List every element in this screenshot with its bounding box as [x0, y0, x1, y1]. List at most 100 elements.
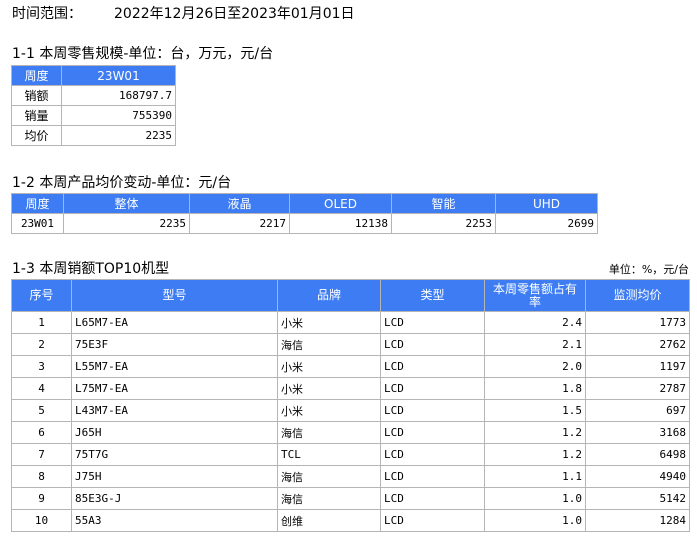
- table-row: 6 J65H 海信 LCD 1.2 3168: [11, 421, 690, 444]
- cell: 2699: [495, 213, 598, 234]
- type-cell: LCD: [380, 333, 485, 356]
- table-row: 23W01 2235 2217 12138 2253 2699: [11, 213, 598, 234]
- cell: 2217: [189, 213, 290, 234]
- row-label: 销额: [11, 85, 62, 106]
- row-value: 2235: [61, 125, 176, 146]
- share-cell: 1.1: [484, 465, 586, 488]
- rank-cell: 4: [11, 377, 72, 400]
- type-cell: LCD: [380, 311, 485, 334]
- unit-note: 单位：%，元/台: [608, 263, 689, 276]
- type-cell: LCD: [380, 421, 485, 444]
- rank-cell: 3: [11, 355, 72, 378]
- time-range-value: 2022年12月26日至2023年01月01日: [114, 6, 355, 22]
- header-label-cell: 周度: [11, 65, 62, 86]
- type-cell: LCD: [380, 509, 485, 532]
- row-value: 168797.7: [61, 85, 176, 106]
- share-cell: 1.2: [484, 421, 586, 444]
- table-row: 7 75T7G TCL LCD 1.2 6498: [11, 443, 690, 466]
- type-cell: LCD: [380, 355, 485, 378]
- price-cell: 3168: [585, 421, 690, 444]
- price-cell: 4940: [585, 465, 690, 488]
- table-row: 10 55A3 创维 LCD 1.0 1284: [11, 509, 690, 532]
- price-cell: 1284: [585, 509, 690, 532]
- rank-cell: 8: [11, 465, 72, 488]
- share-cell: 1.0: [484, 509, 586, 532]
- price-cell: 2787: [585, 377, 690, 400]
- avg-price-table: 周度 整体 液晶 OLED 智能 UHD 23W01 2235 2217 121…: [11, 193, 598, 234]
- model-cell: L43M7-EA: [71, 399, 278, 422]
- column-header: 智能: [391, 193, 496, 214]
- top10-models-table: 序号 型号 品牌 类型 本周零售额占有率 监测均价 1 L65M7-EA 小米 LCD…: [11, 279, 690, 532]
- model-cell: L65M7-EA: [71, 311, 278, 334]
- row-value: 755390: [61, 105, 176, 126]
- share-cell: 1.2: [484, 443, 586, 466]
- table-header-row: 周度 23W01: [11, 65, 176, 86]
- price-cell: 6498: [585, 443, 690, 466]
- table-row: 销量 755390: [11, 105, 176, 126]
- cell: 23W01: [11, 213, 64, 234]
- table-row: 均价 2235: [11, 125, 176, 146]
- price-cell: 1197: [585, 355, 690, 378]
- brand-cell: 小米: [277, 399, 381, 422]
- cell: 2253: [391, 213, 496, 234]
- share-cell: 2.1: [484, 333, 586, 356]
- model-cell: 85E3G-J: [71, 487, 278, 510]
- rank-cell: 10: [11, 509, 72, 532]
- rank-cell: 2: [11, 333, 72, 356]
- share-cell: 2.4: [484, 311, 586, 334]
- rank-cell: 6: [11, 421, 72, 444]
- table-header-row: 序号 型号 品牌 类型 本周零售额占有率 监测均价: [11, 279, 690, 312]
- model-cell: 75E3F: [71, 333, 278, 356]
- column-header: 液晶: [189, 193, 290, 214]
- table-header-row: 周度 整体 液晶 OLED 智能 UHD: [11, 193, 598, 214]
- model-cell: L55M7-EA: [71, 355, 278, 378]
- time-range: 时间范围： 2022年12月26日至2023年01月01日: [12, 3, 355, 23]
- brand-cell: 小米: [277, 377, 381, 400]
- rank-cell: 9: [11, 487, 72, 510]
- cell: 2235: [63, 213, 190, 234]
- table-row: 2 75E3F 海信 LCD 2.1 2762: [11, 333, 690, 356]
- rank-cell: 7: [11, 443, 72, 466]
- column-header: 型号: [71, 279, 278, 312]
- model-cell: J65H: [71, 421, 278, 444]
- cell: 12138: [289, 213, 392, 234]
- price-cell: 697: [585, 399, 690, 422]
- section2-title: 1-2 本周产品均价变动-单位：元/台: [12, 175, 232, 191]
- brand-cell: TCL: [277, 443, 381, 466]
- type-cell: LCD: [380, 377, 485, 400]
- brand-cell: 创维: [277, 509, 381, 532]
- table-row: 5 L43M7-EA 小米 LCD 1.5 697: [11, 399, 690, 422]
- column-header: 周度: [11, 193, 64, 214]
- table-row: 1 L65M7-EA 小米 LCD 2.4 1773: [11, 311, 690, 334]
- row-label: 均价: [11, 125, 62, 146]
- type-cell: LCD: [380, 399, 485, 422]
- section3-title: 1-3 本周销额TOP10机型: [12, 261, 170, 277]
- table-row: 4 L75M7-EA 小米 LCD 1.8 2787: [11, 377, 690, 400]
- rank-cell: 5: [11, 399, 72, 422]
- retail-scale-table: 周度 23W01 销额 168797.7 销量 755390 均价 2235: [11, 65, 176, 146]
- model-cell: J75H: [71, 465, 278, 488]
- price-cell: 2762: [585, 333, 690, 356]
- column-header: 序号: [11, 279, 72, 312]
- header-value-cell: 23W01: [61, 65, 176, 86]
- share-cell: 2.0: [484, 355, 586, 378]
- type-cell: LCD: [380, 443, 485, 466]
- brand-cell: 海信: [277, 465, 381, 488]
- column-header: 本周零售额占有率: [484, 279, 586, 312]
- share-cell: 1.0: [484, 487, 586, 510]
- table-row: 3 L55M7-EA 小米 LCD 2.0 1197: [11, 355, 690, 378]
- table-row: 8 J75H 海信 LCD 1.1 4940: [11, 465, 690, 488]
- model-cell: 55A3: [71, 509, 278, 532]
- model-cell: L75M7-EA: [71, 377, 278, 400]
- table-row: 销额 168797.7: [11, 85, 176, 106]
- share-cell: 1.5: [484, 399, 586, 422]
- type-cell: LCD: [380, 465, 485, 488]
- price-cell: 1773: [585, 311, 690, 334]
- column-header: 监测均价: [585, 279, 690, 312]
- section1-title: 1-1 本周零售规模-单位：台，万元，元/台: [12, 46, 274, 62]
- column-header: 品牌: [277, 279, 381, 312]
- table-row: 9 85E3G-J 海信 LCD 1.0 5142: [11, 487, 690, 510]
- column-header: 类型: [380, 279, 485, 312]
- brand-cell: 小米: [277, 355, 381, 378]
- model-cell: 75T7G: [71, 443, 278, 466]
